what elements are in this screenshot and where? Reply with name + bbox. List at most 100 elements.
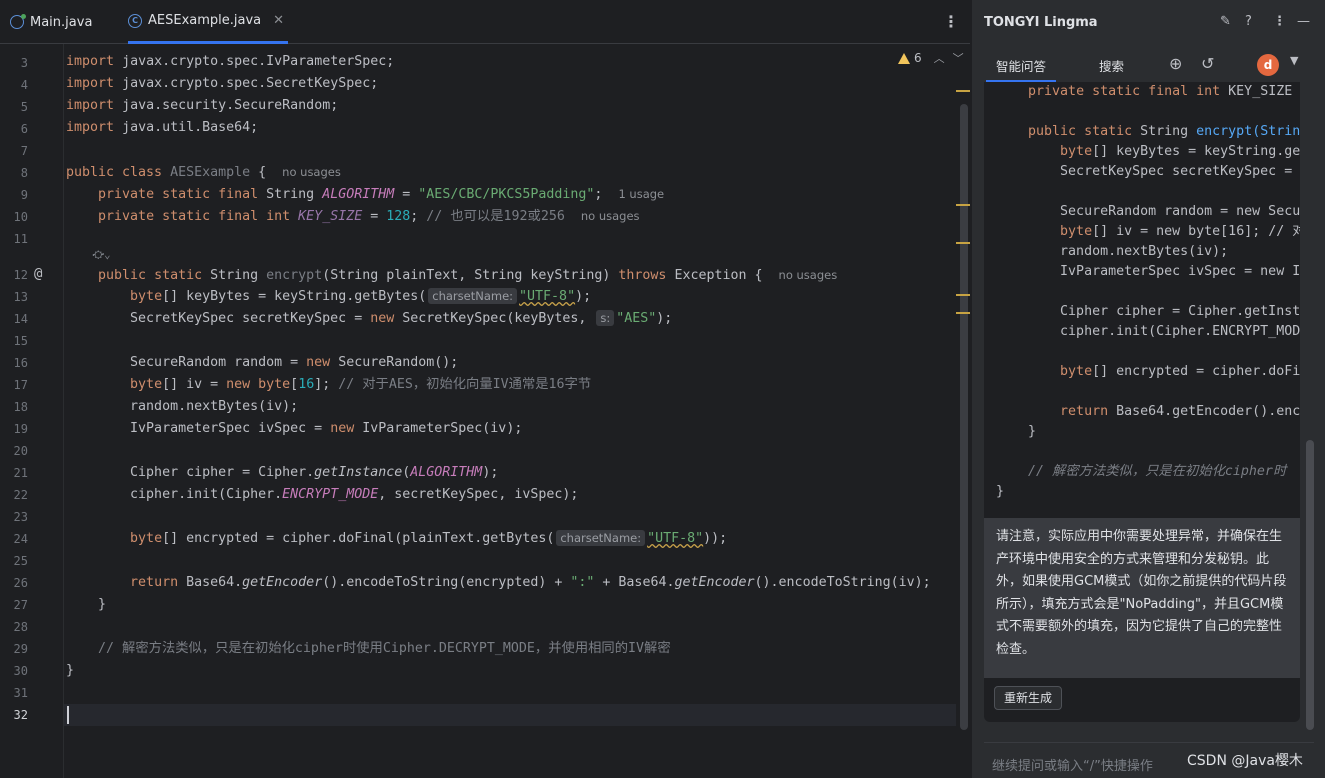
panel-scrollbar[interactable] bbox=[1306, 440, 1314, 730]
more-options-icon[interactable]: ⋮ bbox=[943, 12, 959, 31]
ide-window: Main.java C AESExample.java ✕ ⋮ 6 ︿ ﹀ 3 … bbox=[0, 0, 1325, 778]
line-number: 11 bbox=[13, 232, 28, 246]
line-number: 21 bbox=[13, 466, 28, 480]
tongyi-lingma-panel: TONGYI Lingma ✎ ? ⋮ — 智能问答 搜索 ⊕ ↺ ▼ d pr… bbox=[971, 0, 1325, 778]
code-line: cipher.init(Cipher.ENCRYPT_MOD bbox=[1060, 324, 1300, 339]
code-line: byte[] iv = new byte[16]; // 对于AES，初始化向量… bbox=[130, 377, 592, 392]
warning-marker[interactable] bbox=[956, 242, 970, 244]
chat-input-placeholder: 继续提问或输入“/”快捷操作 bbox=[992, 759, 1153, 774]
warning-marker[interactable] bbox=[956, 294, 970, 296]
code-line: // 解密方法类似，只是在初始化cipher时使用Cipher.DECRYPT_… bbox=[98, 641, 671, 656]
line-number: 10 bbox=[13, 210, 28, 224]
tab-smart-qa[interactable]: 智能问答 bbox=[985, 56, 1057, 83]
line-number: 17 bbox=[13, 378, 28, 392]
code-line: import javax.crypto.spec.SecretKeySpec; bbox=[66, 76, 379, 91]
line-number: 8 bbox=[20, 166, 28, 180]
tab-aesexample-java[interactable]: C AESExample.java ✕ bbox=[128, 0, 289, 44]
code-line: IvParameterSpec ivSpec = new IvParameter… bbox=[66, 421, 523, 436]
line-number: 9 bbox=[20, 188, 28, 202]
help-icon[interactable]: ? bbox=[1245, 14, 1252, 29]
line-number: 7 bbox=[20, 144, 28, 158]
line-number: 18 bbox=[13, 400, 28, 414]
java-file-icon bbox=[10, 14, 26, 29]
minimize-icon[interactable]: — bbox=[1297, 14, 1310, 29]
new-chat-icon[interactable]: ⊕ bbox=[1169, 54, 1182, 73]
code-line: SecureRandom random = new Secu bbox=[1060, 204, 1300, 219]
code-line: byte[] encrypted = cipher.doFinal(plainT… bbox=[130, 530, 728, 546]
override-gutter-icon[interactable]: @ bbox=[34, 266, 42, 282]
code-line: private static final int KEY_SIZE bbox=[1028, 84, 1293, 99]
warning-marker[interactable] bbox=[956, 312, 970, 314]
regenerate-button[interactable]: 重新生成 bbox=[994, 686, 1063, 710]
code-editor[interactable]: Main.java C AESExample.java ✕ ⋮ 6 ︿ ﹀ 3 … bbox=[0, 0, 970, 778]
code-line: cipher.init(Cipher.ENCRYPT_MODE, secretK… bbox=[66, 487, 579, 502]
code-line: random.nextBytes(iv); bbox=[66, 399, 299, 414]
answer-code-block: private static final int KEY_SIZE public… bbox=[984, 82, 1300, 512]
tab-label: Main.java bbox=[30, 14, 93, 30]
code-line: byte[] iv = new byte[16]; // 对 bbox=[1060, 224, 1300, 239]
code-line: // 解密方法类似，只是在初始化cipher时 bbox=[1028, 464, 1287, 479]
class-icon: C bbox=[128, 13, 142, 28]
tab-label: AESExample.java bbox=[148, 13, 262, 28]
code-line: import java.security.SecureRandom; bbox=[66, 98, 339, 113]
avatar[interactable]: d bbox=[1257, 54, 1279, 76]
line-number: 27 bbox=[13, 598, 28, 612]
line-number: 31 bbox=[13, 686, 28, 700]
line-number: 22 bbox=[13, 488, 28, 502]
code-line: return Base64.getEncoder().encodeToStrin… bbox=[130, 575, 931, 590]
warning-marker[interactable] bbox=[956, 90, 970, 92]
code-line: byte[] encrypted = cipher.doFi bbox=[1060, 364, 1300, 379]
line-number: 26 bbox=[13, 576, 28, 590]
code-line: private static final String ALGORITHM = … bbox=[98, 187, 665, 202]
line-number: 5 bbox=[20, 100, 28, 114]
text-caret bbox=[67, 706, 69, 724]
line-number: 23 bbox=[13, 510, 28, 524]
code-line: random.nextBytes(iv); bbox=[1060, 244, 1229, 259]
code-line: byte[] keyBytes = keyString.ge bbox=[1060, 144, 1300, 159]
line-number: 4 bbox=[20, 78, 28, 92]
line-number-gutter: 3 4 5 6 7 8 9 10 11 12 13 14 15 16 17 18… bbox=[0, 44, 64, 778]
code-line: byte[] keyBytes = keyString.getBytes(cha… bbox=[130, 288, 592, 304]
tab-search[interactable]: 搜索 bbox=[1099, 56, 1124, 75]
code-line: import java.util.Base64; bbox=[66, 120, 259, 135]
editor-tab-bar: Main.java C AESExample.java ✕ ⋮ bbox=[0, 0, 970, 44]
close-tab-icon[interactable]: ✕ bbox=[273, 13, 284, 28]
line-number: 16 bbox=[13, 356, 28, 370]
panel-title: TONGYI Lingma bbox=[984, 15, 1098, 30]
ai-inline-icon[interactable]: ⛮⌄ bbox=[66, 244, 110, 266]
more-options-icon[interactable]: ⋮ bbox=[1273, 14, 1286, 29]
answer-text: 请注意，实际应用中你需要处理异常，并确保在生产环境中使用安全的方式来管理和分发秘… bbox=[984, 518, 1300, 678]
line-number: 28 bbox=[13, 620, 28, 634]
warning-marker[interactable] bbox=[956, 204, 970, 206]
editor-scrollbar[interactable] bbox=[960, 104, 968, 730]
code-line: private static final int KEY_SIZE = 128;… bbox=[98, 209, 640, 224]
line-number: 6 bbox=[20, 122, 28, 136]
line-number: 15 bbox=[13, 334, 28, 348]
code-line: SecretKeySpec secretKeySpec = new Secret… bbox=[66, 310, 673, 326]
line-number: 20 bbox=[13, 444, 28, 458]
code-line: import javax.crypto.spec.IvParameterSpec… bbox=[66, 54, 395, 69]
history-icon[interactable]: ↺ bbox=[1201, 54, 1214, 73]
code-line: } bbox=[66, 597, 107, 612]
edit-icon[interactable]: ✎ bbox=[1220, 14, 1231, 29]
code-line: Cipher cipher = Cipher.getInstance(ALGOR… bbox=[66, 465, 499, 480]
chevron-down-icon[interactable]: ▼ bbox=[1290, 54, 1298, 67]
line-number: 13 bbox=[13, 290, 28, 304]
code-line: public class AESExample { no usages bbox=[66, 165, 341, 180]
code-line: SecureRandom random = new SecureRandom()… bbox=[66, 355, 459, 370]
line-number: 19 bbox=[13, 422, 28, 436]
code-line: public static String encrypt(String plai… bbox=[98, 268, 838, 283]
code-line: SecretKeySpec secretKeySpec = bbox=[1060, 164, 1293, 179]
code-line: return Base64.getEncoder().enc bbox=[1060, 404, 1300, 419]
code-area[interactable]: import javax.crypto.spec.IvParameterSpec… bbox=[66, 44, 956, 778]
code-line: } bbox=[996, 484, 1005, 499]
line-number: 32 bbox=[13, 708, 28, 722]
code-line: IvParameterSpec ivSpec = new I bbox=[1060, 264, 1300, 279]
chat-content: private static final int KEY_SIZE public… bbox=[984, 82, 1300, 722]
line-number: 3 bbox=[20, 56, 28, 70]
tab-main-java[interactable]: Main.java bbox=[10, 0, 92, 44]
line-number: 14 bbox=[13, 312, 28, 326]
line-number: 30 bbox=[13, 664, 28, 678]
code-line: Cipher cipher = Cipher.getInst bbox=[1060, 304, 1300, 319]
code-line: public static String encrypt(Strin bbox=[1028, 124, 1300, 139]
